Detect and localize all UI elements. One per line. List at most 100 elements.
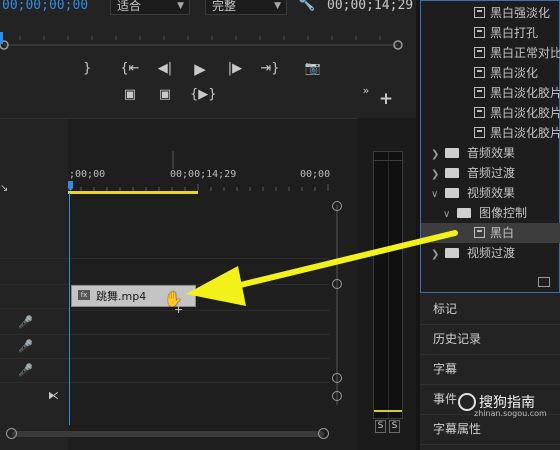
effect-item[interactable]: 黑白强淡化 xyxy=(421,3,560,23)
vertical-scrollbar[interactable] xyxy=(332,195,342,415)
scroll-handle[interactable] xyxy=(332,373,342,383)
work-area-bar xyxy=(68,191,198,194)
drop-plus-icon: + xyxy=(174,303,184,316)
time-ruler[interactable]: ;00;00 00;00;14;29 00;00 xyxy=(68,119,358,199)
wrench-icon[interactable]: 🔧 xyxy=(298,0,315,12)
microphone-icon[interactable]: 🎤 xyxy=(18,339,33,353)
microphone-icon[interactable]: 🎤 xyxy=(18,363,33,377)
folder-icon xyxy=(445,248,459,258)
effect-item[interactable]: 黑白淡化胶片 xyxy=(421,123,560,143)
clip-name: 跳舞.mp4 xyxy=(96,290,147,303)
playhead-timecode[interactable]: 00;00;00;00 xyxy=(2,0,88,13)
effect-item[interactable]: 黑白淡化胶片 xyxy=(421,83,560,103)
watermark-url: zhinan.sogou.com xyxy=(474,409,547,418)
folder-icon xyxy=(457,208,471,218)
scroll-handle-top[interactable] xyxy=(332,201,342,211)
chevron-right-icon[interactable]: ❯ xyxy=(431,165,445,185)
timeline-panel: 🎤 🎤 🎤 ⧔ ;00;00 00;00;14;29 00;00 fx 跳舞.m… xyxy=(0,118,358,450)
lane-v2[interactable] xyxy=(68,259,330,285)
effects-tree: 黑白强淡化 黑白打孔 黑白正常对比 黑白淡化 黑白淡化胶片 黑白淡化胶片 黑白淡… xyxy=(421,3,560,263)
playhead-marker xyxy=(68,181,73,191)
side-panels: 标记 历史记录 字幕 事件 字幕属性 xyxy=(420,295,560,450)
track-header-v2[interactable] xyxy=(0,259,68,285)
folder-image-control[interactable]: ∨ 图像控制 xyxy=(421,203,560,223)
scroll-handle-bottom[interactable] xyxy=(332,391,342,401)
chevron-right-icon[interactable]: ❯ xyxy=(431,245,445,265)
camera-icon[interactable]: 📷 xyxy=(303,60,323,78)
lift-icon[interactable]: ▣ xyxy=(120,86,140,104)
effect-item[interactable]: 黑白淡化胶片 xyxy=(421,103,560,123)
effect-icon xyxy=(474,27,485,38)
folder-icon xyxy=(445,148,459,158)
lane-a3[interactable] xyxy=(68,359,330,383)
chevron-down-icon: ▼ xyxy=(274,1,281,11)
effects-panel: 黑白强淡化 黑白打孔 黑白正常对比 黑白淡化 黑白淡化胶片 黑白淡化胶片 黑白淡… xyxy=(420,0,560,293)
solo-right-button[interactable]: S xyxy=(389,420,400,433)
new-bin-icon[interactable] xyxy=(538,277,550,287)
horizontal-scrollbar[interactable] xyxy=(4,427,330,439)
folder-audio-transitions[interactable]: ❯ 音频过渡 xyxy=(421,163,560,183)
solo-left-button[interactable]: S xyxy=(375,420,386,433)
panel-caption-properties[interactable]: 字幕属性 xyxy=(420,415,560,445)
program-monitor-controls: 00;00;00;00 适合 ▼ 完整 ▼ 🔧 00;00;14;29} {⇤… xyxy=(0,0,416,118)
fit-dropdown-label: 适合 xyxy=(117,0,142,13)
playhead-line[interactable] xyxy=(69,193,70,425)
effect-icon xyxy=(474,107,485,118)
folder-icon xyxy=(445,168,459,178)
ruler-label-start: ;00;00 xyxy=(69,169,105,180)
zoom-handle-left[interactable] xyxy=(6,428,17,439)
effect-icon xyxy=(474,7,485,18)
panel-captions[interactable]: 字幕 xyxy=(420,355,560,385)
fx-badge-icon: fx xyxy=(78,290,90,300)
track-header-v3[interactable] xyxy=(0,233,68,259)
go-to-out-icon[interactable]: ⇥} xyxy=(260,60,280,78)
track-header-v1[interactable] xyxy=(0,285,68,309)
effect-icon xyxy=(474,47,485,58)
step-forward-icon[interactable]: |▶ xyxy=(225,60,245,78)
panel-history[interactable]: 历史记录 xyxy=(420,325,560,355)
ruler-label-end: 00;00 xyxy=(300,169,330,180)
effect-item[interactable]: 黑白打孔 xyxy=(421,23,560,43)
folder-audio-effects[interactable]: ❯ 音频效果 xyxy=(421,143,560,163)
selection-tool-icon[interactable]: ↘ xyxy=(0,183,8,194)
audio-meter-panel: S S xyxy=(358,118,416,450)
master-track-icon[interactable]: ⧔ xyxy=(48,389,59,402)
quality-dropdown[interactable]: 完整 ▼ xyxy=(205,0,287,15)
folder-video-transitions[interactable]: ❯ 视频过渡 xyxy=(421,243,560,263)
folder-video-effects[interactable]: ∨ 视频效果 xyxy=(421,183,560,203)
effect-item[interactable]: 黑白正常对比 xyxy=(421,43,560,63)
add-button-icon[interactable]: + xyxy=(376,90,396,108)
compare-icon[interactable]: {▶} xyxy=(190,86,217,104)
meter-level xyxy=(374,410,402,412)
watermark: 搜狗指南 zhinan.sogou.com xyxy=(458,392,547,418)
audio-meter xyxy=(373,151,403,419)
lane-a2[interactable] xyxy=(68,335,330,359)
chevron-down-icon[interactable]: ∨ xyxy=(431,185,445,205)
effect-item[interactable]: 黑白淡化 xyxy=(421,63,560,83)
chevron-down-icon: ▼ xyxy=(177,1,184,11)
play-icon[interactable]: ▶ xyxy=(190,60,210,78)
track-header-a1[interactable]: 🎤 xyxy=(0,311,68,335)
scroll-handle[interactable] xyxy=(332,279,342,289)
go-to-in-icon[interactable]: {⇤ xyxy=(120,60,140,78)
chevron-down-icon[interactable]: ∨ xyxy=(443,205,457,225)
effect-icon xyxy=(474,127,485,138)
quality-dropdown-label: 完整 xyxy=(212,0,237,13)
zoom-handle-right[interactable] xyxy=(318,428,329,439)
fit-dropdown[interactable]: 适合 ▼ xyxy=(110,0,190,15)
mini-ruler xyxy=(0,32,403,50)
panel-markers[interactable]: 标记 xyxy=(420,295,560,325)
chevron-right-icon[interactable]: ❯ xyxy=(431,145,445,165)
ruler-label-mid: 00;00;14;29 xyxy=(170,169,236,180)
expand-icon[interactable]: » xyxy=(356,82,376,100)
effect-item-selected-black-white[interactable]: 黑白 xyxy=(421,223,560,243)
monitor-scrub-bar[interactable] xyxy=(0,18,404,50)
lane-a1[interactable] xyxy=(68,311,330,335)
microphone-icon[interactable]: 🎤 xyxy=(18,315,33,329)
step-back-icon[interactable]: ◀| xyxy=(155,60,175,78)
lane-v3[interactable] xyxy=(68,233,330,259)
extract-icon[interactable]: ▣ xyxy=(155,86,175,104)
mark-in-icon[interactable]: } xyxy=(76,60,96,78)
track-header-a3[interactable]: 🎤 xyxy=(0,359,68,383)
track-header-a2[interactable]: 🎤 xyxy=(0,335,68,359)
